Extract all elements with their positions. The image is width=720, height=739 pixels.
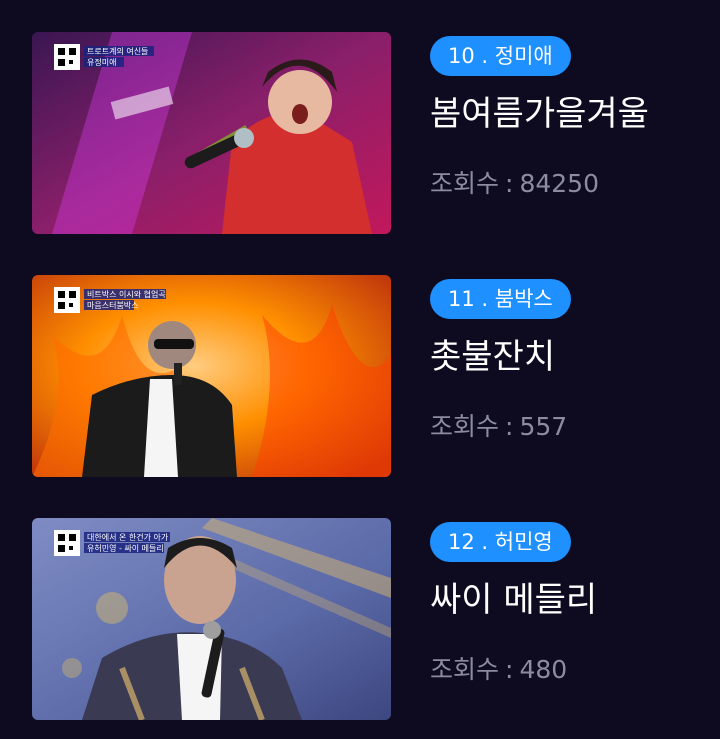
video-list-item[interactable]: 트로트계의 여신들 유정미애 10 . 정미애 봄여름가을겨울 조회수:8425… (32, 32, 692, 234)
view-count: 조회수:557 (430, 412, 568, 441)
view-count-label: 조회수 (430, 412, 500, 441)
video-list-item[interactable]: 비트박스 이시와 협업곡 마음스터붐박스 11 . 붐박스 촛불잔치 조회수:5… (32, 275, 692, 477)
song-title[interactable]: 촛불잔치 (430, 333, 555, 381)
view-count-label: 조회수 (430, 655, 500, 684)
song-title[interactable]: 봄여름가을겨울 (430, 90, 649, 138)
thumbnail-overlay-line1: 대한에서 온 한건가 아가 (87, 532, 169, 542)
video-thumbnail[interactable]: 비트박스 이시와 협업곡 마음스터붐박스 (32, 275, 391, 477)
view-count: 조회수:84250 (430, 169, 599, 198)
thumbnail-overlay-line1: 비트박스 이시와 협업곡 (87, 289, 166, 299)
video-list-item[interactable]: 대한에서 온 한건가 아가 유허민영 - 싸이 메들리 12 . 허민영 싸이 … (32, 518, 692, 720)
thumbnail-overlay-line2: 마음스터붐박스 (87, 300, 139, 310)
view-count-value: 84250 (519, 169, 599, 198)
thumbnail-overlay-line1: 트로트계의 여신들 (87, 46, 148, 56)
view-count-label: 조회수 (430, 169, 500, 198)
view-count: 조회수:480 (430, 655, 568, 684)
thumbnail-overlay-line2: 유허민영 - 싸이 메들리 (87, 543, 164, 553)
song-title[interactable]: 싸이 메들리 (430, 576, 597, 624)
view-count-value: 480 (519, 655, 568, 684)
rank-badge: 10 . 정미애 (430, 36, 571, 76)
view-count-value: 557 (519, 412, 568, 441)
video-thumbnail[interactable]: 트로트계의 여신들 유정미애 (32, 32, 391, 234)
thumbnail-overlay-line2: 유정미애 (87, 57, 116, 67)
rank-badge: 12 . 허민영 (430, 522, 571, 562)
video-thumbnail[interactable]: 대한에서 온 한건가 아가 유허민영 - 싸이 메들리 (32, 518, 391, 720)
rank-badge: 11 . 붐박스 (430, 279, 571, 319)
